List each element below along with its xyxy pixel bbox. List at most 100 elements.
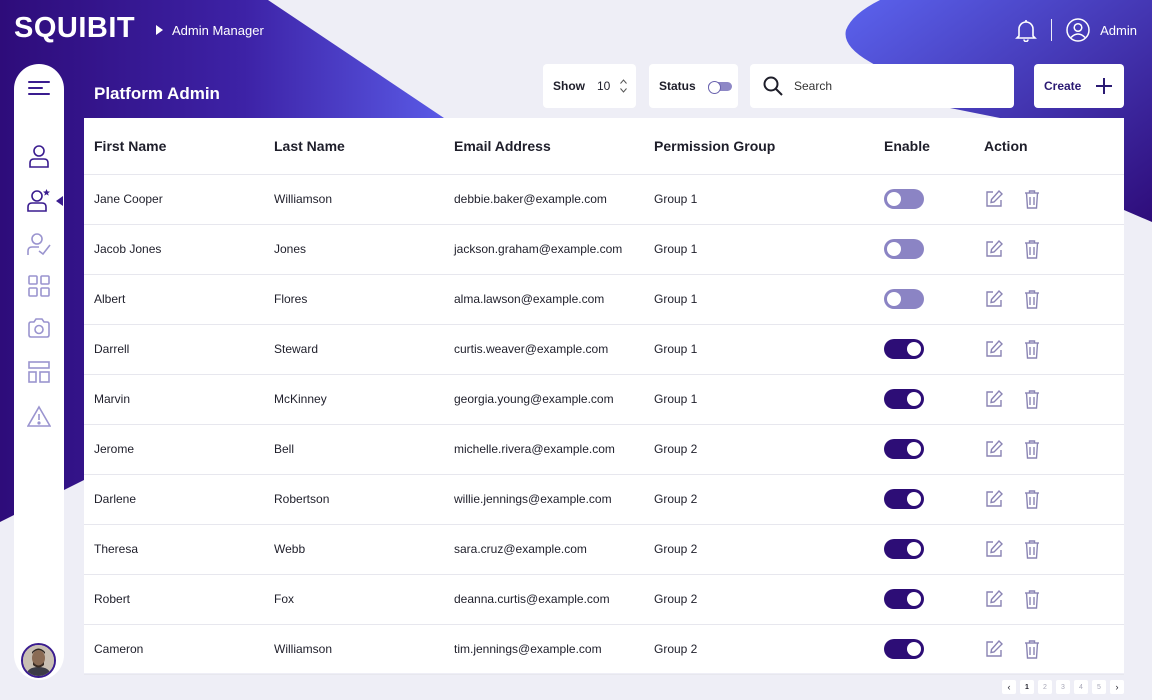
page-button[interactable]: 1: [1020, 680, 1034, 694]
grid-icon: [28, 275, 50, 297]
sidebar-item-layout[interactable]: [14, 356, 64, 388]
sidebar-item-users[interactable]: [14, 140, 64, 172]
enable-toggle[interactable]: [884, 189, 924, 209]
trash-icon[interactable]: [1024, 489, 1040, 509]
toggle-knob: [907, 392, 921, 406]
toggle-knob: [887, 292, 901, 306]
user-check-icon: [27, 233, 51, 256]
column-header[interactable]: Enable: [874, 118, 974, 175]
last-name-cell: Flores: [264, 274, 444, 325]
email-cell: alma.lawson@example.com: [444, 274, 644, 325]
toggle-knob: [907, 442, 921, 456]
user-menu[interactable]: Admin: [1066, 18, 1137, 42]
first-name-cell: Jacob Jones: [84, 224, 264, 275]
toggle-knob: [907, 542, 921, 556]
trash-icon[interactable]: [1024, 339, 1040, 359]
chevron-down-icon[interactable]: [620, 88, 628, 93]
show-label: Show: [553, 79, 585, 93]
page-button[interactable]: 3: [1056, 680, 1070, 694]
chevron-up-icon[interactable]: [620, 79, 628, 84]
page-button[interactable]: 5: [1092, 680, 1106, 694]
enable-toggle[interactable]: [884, 339, 924, 359]
action-cell: [974, 624, 1124, 675]
status-filter: Status: [649, 64, 738, 108]
trash-icon[interactable]: [1024, 239, 1040, 259]
prev-page-button[interactable]: ‹: [1002, 680, 1016, 694]
enable-toggle[interactable]: [884, 589, 924, 609]
enable-toggle[interactable]: [884, 439, 924, 459]
page-button[interactable]: 2: [1038, 680, 1052, 694]
edit-icon[interactable]: [984, 289, 1004, 309]
column-header[interactable]: First Name: [84, 118, 264, 175]
next-page-button[interactable]: ›: [1110, 680, 1124, 694]
bell-icon[interactable]: [1015, 17, 1038, 43]
avatar[interactable]: [21, 643, 56, 678]
action-cell: [974, 474, 1124, 525]
sidebar-item-alerts[interactable]: [14, 400, 64, 432]
trash-icon[interactable]: [1024, 639, 1040, 659]
play-icon: [156, 25, 163, 35]
edit-icon[interactable]: [984, 389, 1004, 409]
menu-icon[interactable]: [14, 72, 64, 104]
edit-icon[interactable]: [984, 439, 1004, 459]
breadcrumb-label[interactable]: Admin Manager: [172, 23, 264, 38]
trash-icon[interactable]: [1024, 189, 1040, 209]
create-button[interactable]: Create: [1034, 64, 1124, 108]
edit-icon[interactable]: [984, 189, 1004, 209]
enable-toggle[interactable]: [884, 539, 924, 559]
trash-icon[interactable]: [1024, 439, 1040, 459]
edit-icon[interactable]: [984, 539, 1004, 559]
edit-icon[interactable]: [984, 639, 1004, 659]
email-cell: jackson.graham@example.com: [444, 224, 644, 275]
first-name-cell: Theresa: [84, 524, 264, 575]
permission-group-cell: Group 2: [644, 424, 874, 475]
edit-icon[interactable]: [984, 239, 1004, 259]
search-icon: [763, 76, 783, 96]
plus-icon: [1096, 78, 1113, 94]
rows-per-page-stepper[interactable]: [620, 79, 628, 93]
permission-group-cell: Group 2: [644, 524, 874, 575]
table-row: Darrell Steward curtis.weaver@example.com G…: [84, 324, 1124, 375]
last-name-cell: Fox: [264, 574, 444, 625]
user-label: Admin: [1100, 22, 1137, 38]
status-toggle[interactable]: [707, 80, 732, 94]
first-name-cell: Darlene: [84, 474, 264, 525]
page-title: Platform Admin: [94, 84, 220, 103]
app-logo: SQUIBIT: [14, 12, 136, 44]
sidebar-item-camera[interactable]: [14, 312, 64, 344]
sidebar-item-dashboard[interactable]: [14, 270, 64, 302]
enable-toggle[interactable]: [884, 389, 924, 409]
action-cell: [974, 524, 1124, 575]
trash-icon[interactable]: [1024, 389, 1040, 409]
last-name-cell: Williamson: [264, 174, 444, 225]
trash-icon[interactable]: [1024, 289, 1040, 309]
enable-cell: [874, 474, 974, 525]
edit-icon[interactable]: [984, 489, 1004, 509]
page-button[interactable]: 4: [1074, 680, 1088, 694]
sidebar-item-approvals[interactable]: [14, 228, 64, 260]
enable-toggle[interactable]: [884, 639, 924, 659]
email-cell: michelle.rivera@example.com: [444, 424, 644, 475]
first-name-cell: Cameron: [84, 624, 264, 675]
last-name-cell: Robertson: [264, 474, 444, 525]
table-row: Darlene Robertson willie.jennings@example.…: [84, 474, 1124, 525]
enable-cell: [874, 624, 974, 675]
edit-icon[interactable]: [984, 339, 1004, 359]
enable-toggle[interactable]: [884, 289, 924, 309]
trash-icon[interactable]: [1024, 539, 1040, 559]
column-header[interactable]: Email Address: [444, 118, 644, 175]
search-input[interactable]: [794, 79, 994, 93]
edit-icon[interactable]: [984, 589, 1004, 609]
enable-toggle[interactable]: [884, 239, 924, 259]
action-cell: [974, 574, 1124, 625]
email-cell: willie.jennings@example.com: [444, 474, 644, 525]
rows-per-page-value[interactable]: 10: [597, 79, 610, 93]
permission-group-cell: Group 1: [644, 324, 874, 375]
column-header[interactable]: Last Name: [264, 118, 444, 175]
column-header[interactable]: Permission Group: [644, 118, 874, 175]
enable-cell: [874, 574, 974, 625]
trash-icon[interactable]: [1024, 589, 1040, 609]
action-cell: [974, 174, 1124, 225]
enable-toggle[interactable]: [884, 489, 924, 509]
toggle-knob: [907, 492, 921, 506]
